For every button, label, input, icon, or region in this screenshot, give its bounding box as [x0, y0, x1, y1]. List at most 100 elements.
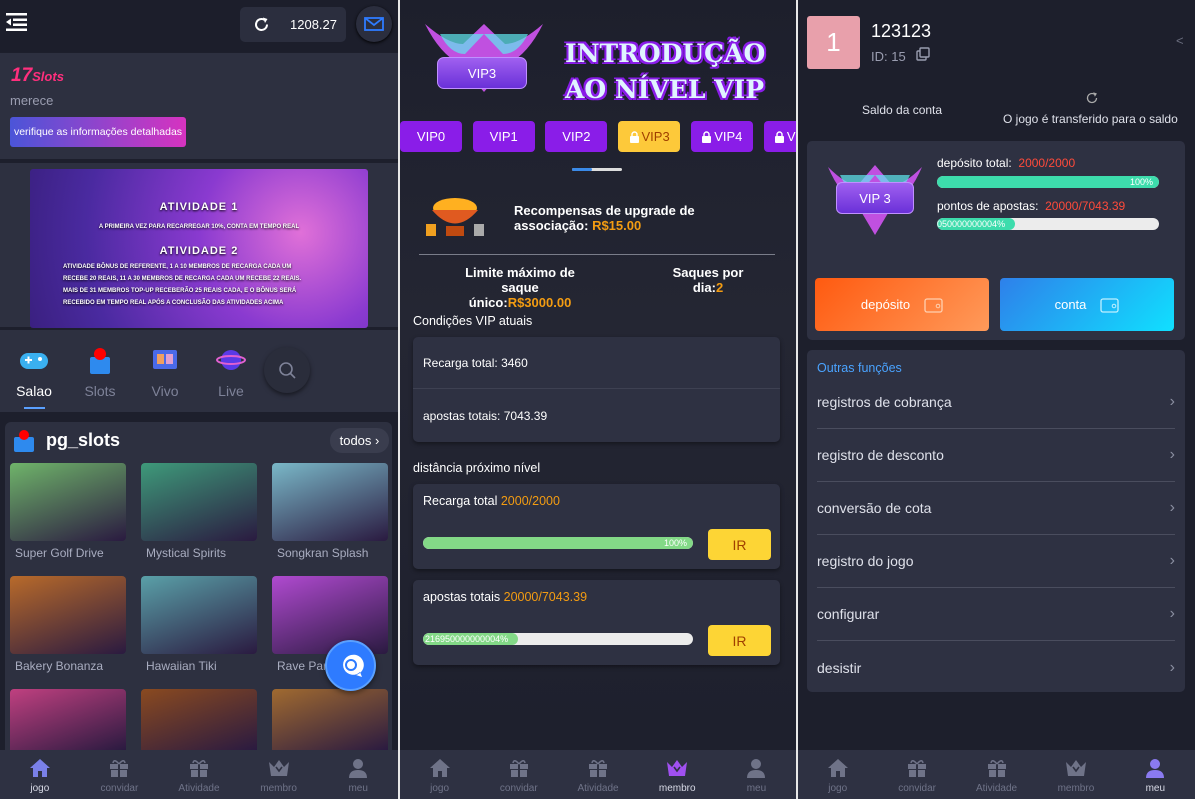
tab-vivo[interactable]: Vivo — [143, 347, 187, 399]
mail-button[interactable] — [356, 6, 392, 42]
balance-amount: 1208.27 — [290, 17, 337, 32]
wallet-icon — [1100, 297, 1120, 313]
game-tile[interactable] — [141, 576, 257, 654]
deposit-total-row: depósito total: 2000/2000 — [937, 156, 1075, 170]
gift-icon — [986, 757, 1008, 779]
banner-text-1: A PRIMEIRA VEZ PARA RECARREGAR 10%, CONT… — [98, 224, 300, 230]
nav-item-jogo[interactable]: jogo — [400, 750, 479, 799]
nav-item-atividade[interactable]: Atividade — [159, 750, 239, 799]
go-recharge-button[interactable]: IR — [708, 529, 771, 560]
per-day-value: 2 — [715, 280, 724, 295]
lock-icon — [774, 130, 784, 143]
lock-icon — [629, 130, 639, 143]
label: Recarga total — [423, 494, 498, 508]
game-tile[interactable] — [10, 576, 126, 654]
progress-fill: 100% — [423, 537, 693, 549]
copy-icon[interactable] — [916, 47, 930, 61]
brand-number: 17 — [11, 65, 33, 86]
nav-item-membro[interactable]: membro — [239, 750, 319, 799]
chevron-right-icon: › — [1169, 552, 1175, 569]
back-chevron[interactable]: < — [1176, 33, 1184, 48]
vip-tab-vip4[interactable]: VIP4 — [690, 121, 753, 152]
deposit-button[interactable]: depósito — [815, 278, 989, 331]
account-button[interactable]: conta — [1000, 278, 1174, 331]
label: depósito total: — [937, 156, 1012, 170]
nav-item-meu[interactable]: meu — [318, 750, 398, 799]
menu-item[interactable]: registros de cobrança › — [817, 376, 1175, 429]
nav-item-convidar[interactable]: convidar — [479, 750, 558, 799]
nav-item-atividade[interactable]: Atividade — [957, 750, 1036, 799]
vip-intro-title: INTRODUÇÃO AO NÍVEL VIP — [565, 36, 765, 108]
menu-item[interactable]: conversão de cota › — [817, 482, 1175, 535]
menu-label: desistir — [817, 659, 862, 676]
home-icon — [827, 757, 849, 779]
refresh-icon[interactable] — [1085, 91, 1099, 105]
menu-collapse-icon[interactable] — [6, 12, 28, 32]
divider — [413, 388, 780, 389]
game-tile[interactable] — [272, 576, 388, 654]
promo-banner[interactable]: ATIVIDADE 1 A PRIMEIRA VEZ PARA RECARREG… — [30, 169, 368, 328]
vip-screen: VIP3 INTRODUÇÃO AO NÍVEL VIP VIP0 VIP1 VIP… — [400, 0, 796, 799]
menu-label: configurar — [817, 606, 880, 622]
menu-item[interactable]: registro do jogo › — [817, 535, 1175, 588]
progress-fill: 050000000004% — [937, 218, 1016, 230]
game-tile[interactable] — [141, 689, 257, 750]
home-icon — [429, 757, 451, 779]
game-tile[interactable] — [10, 689, 126, 750]
game-tile[interactable] — [10, 463, 126, 541]
nav-item-meu[interactable]: meu — [1116, 750, 1195, 799]
menu-item[interactable]: configurar › — [817, 588, 1175, 641]
vip-tab-vip0[interactable]: VIP0 — [400, 121, 462, 152]
menu-item[interactable]: registro de desconto › — [817, 429, 1175, 482]
headset-chat-icon — [343, 654, 364, 677]
details-button[interactable]: verifique as informações detalhadas — [10, 117, 186, 147]
game-tile[interactable] — [272, 689, 388, 750]
vip-tab-vip5[interactable]: VIP5 — [763, 121, 796, 152]
tab-salao[interactable]: Salao — [12, 347, 56, 409]
game-name: Super Golf Drive — [15, 546, 104, 560]
tab-slots[interactable]: Slots — [78, 347, 122, 399]
vip-tab-vip1[interactable]: VIP1 — [472, 121, 535, 152]
balance-box: 1208.27 — [240, 7, 346, 42]
next-level-title: distância próximo nível — [413, 461, 541, 475]
nav-item-atividade[interactable]: Atividade — [558, 750, 637, 799]
vip-tab-label: VIP5 — [786, 129, 796, 144]
nav-item-convidar[interactable]: convidar — [80, 750, 160, 799]
nav-item-membro[interactable]: membro — [638, 750, 717, 799]
vip-tab-label: VIP4 — [714, 129, 743, 144]
avatar[interactable]: 1 — [807, 16, 860, 69]
tab-scrollbar[interactable] — [572, 168, 622, 171]
game-tile[interactable] — [272, 463, 388, 541]
go-bets-button[interactable]: IR — [708, 625, 771, 656]
nav-item-convidar[interactable]: convidar — [877, 750, 956, 799]
nav-item-membro[interactable]: membro — [1036, 750, 1115, 799]
bet-points-row: pontos de apostas: 20000/7043.39 — [937, 199, 1125, 213]
next-recharge-row: Recarga total 2000/2000 — [423, 494, 560, 508]
refresh-icon[interactable] — [253, 16, 270, 33]
transfer-label[interactable]: O jogo é transferido para o saldo — [1003, 112, 1178, 126]
nav-item-jogo[interactable]: jogo — [0, 750, 80, 799]
title-line-1: INTRODUÇÃO — [565, 39, 766, 68]
bottom-nav: jogo convidar Atividade membro meu — [0, 750, 398, 799]
profile-screen: 1 123123 ID: 15 < Saldo da conta O jogo … — [798, 0, 1195, 799]
progress-fill: 216950000000004% — [423, 633, 519, 645]
nav-item-jogo[interactable]: jogo — [798, 750, 877, 799]
game-tile[interactable] — [141, 463, 257, 541]
all-games-button[interactable]: todos › — [330, 428, 389, 453]
tab-label: Live — [218, 383, 244, 399]
banner-title-2: ATIVIDADE 2 — [159, 245, 239, 257]
label: pontos de apostas: — [937, 199, 1039, 213]
menu-item[interactable]: desistir › — [817, 641, 1175, 694]
menu-label: registro do jogo — [817, 553, 914, 569]
support-button[interactable] — [325, 640, 376, 691]
tab-live[interactable]: Live — [209, 347, 253, 399]
vip-tab-vip3[interactable]: VIP3 — [618, 121, 681, 152]
game-name: Songkran Splash — [277, 546, 369, 560]
chevron-right-icon: › — [1169, 499, 1175, 516]
vip-tab-vip2[interactable]: VIP2 — [545, 121, 608, 152]
search-button[interactable] — [264, 347, 310, 393]
lock-icon — [702, 130, 712, 143]
section-title: pg_slots — [46, 430, 121, 450]
nav-label: jogo — [30, 783, 50, 794]
nav-item-meu[interactable]: meu — [717, 750, 796, 799]
